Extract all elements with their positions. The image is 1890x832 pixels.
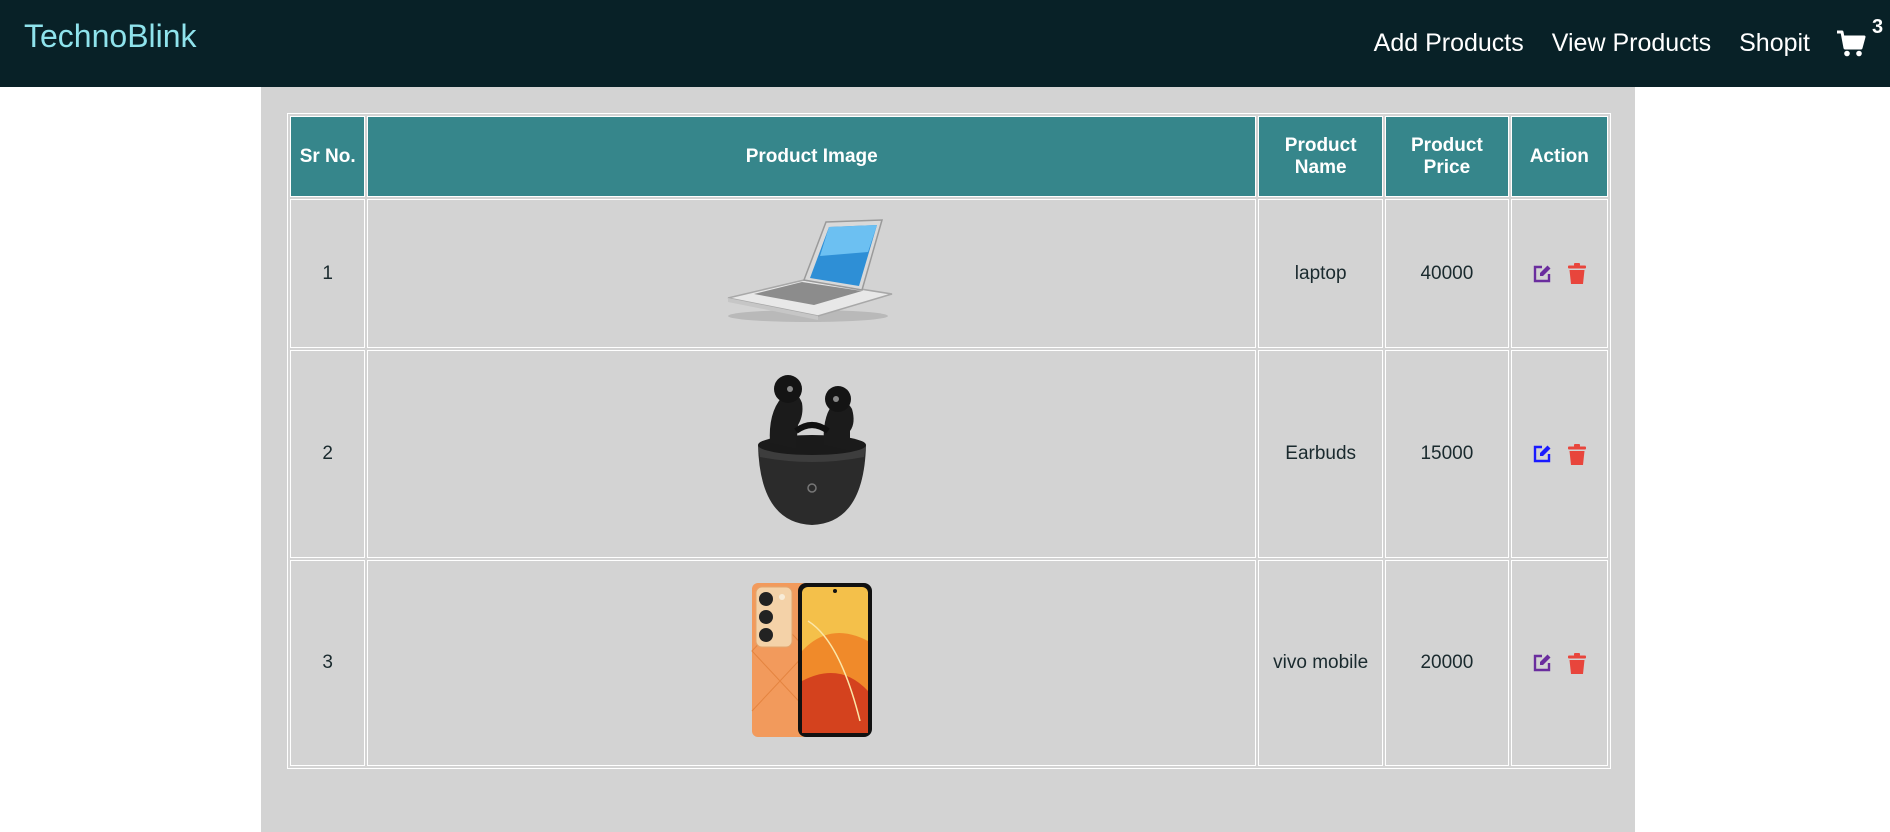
cell-name: vivo mobile <box>1258 560 1384 766</box>
nav-add-products[interactable]: Add Products <box>1374 29 1524 58</box>
products-table: Sr No. Product Image Product Name Produc… <box>287 113 1611 769</box>
header-product-name: Product Name <box>1258 116 1384 197</box>
header-product-price: Product Price <box>1385 116 1509 197</box>
cell-image <box>367 350 1257 558</box>
cell-name: Earbuds <box>1258 350 1384 558</box>
earbuds-image <box>757 375 866 525</box>
cart-count-badge: 3 <box>1872 15 1884 38</box>
trash-icon <box>1568 263 1587 284</box>
header-action: Action <box>1510 116 1608 197</box>
cell-price: 20000 <box>1385 560 1509 766</box>
cell-image <box>367 199 1257 348</box>
table-row: 2 Earbuds 15000 <box>290 350 1608 558</box>
trash-icon <box>1568 443 1587 465</box>
edit-icon <box>1534 654 1551 672</box>
cell-action <box>1510 199 1608 348</box>
header-product-image: Product Image <box>367 116 1257 197</box>
edit-icon <box>1534 445 1551 463</box>
delete-button[interactable] <box>1568 443 1587 465</box>
cell-price: 40000 <box>1385 199 1509 348</box>
cell-action <box>1510 350 1608 558</box>
shopping-cart-icon <box>1837 30 1866 56</box>
delete-button[interactable] <box>1568 263 1587 284</box>
products-panel: Sr No. Product Image Product Name Produc… <box>261 87 1635 832</box>
nav-view-products[interactable]: View Products <box>1552 29 1711 58</box>
cell-image <box>367 560 1257 766</box>
vivo-mobile-image <box>751 583 872 737</box>
nav-shopit[interactable]: Shopit <box>1739 29 1810 58</box>
cell-price: 15000 <box>1385 350 1509 558</box>
nav-links: Add Products View Products Shopit 3 <box>1346 0 1883 87</box>
trash-icon <box>1568 652 1587 674</box>
navbar: TechnoBlink Add Products View Products S… <box>0 0 1890 87</box>
laptop-image <box>727 218 892 322</box>
table-row: 3 vivo mobile 20000 <box>290 560 1608 766</box>
cart-button[interactable]: 3 <box>1836 16 1883 58</box>
edit-icon <box>1534 265 1551 282</box>
cell-sr: 2 <box>290 350 366 558</box>
table-row: 1 laptop 40000 <box>290 199 1608 348</box>
cell-sr: 3 <box>290 560 366 766</box>
edit-button[interactable] <box>1532 444 1552 464</box>
table-header-row: Sr No. Product Image Product Name Produc… <box>290 116 1608 197</box>
brand-logo[interactable]: TechnoBlink <box>24 18 197 55</box>
edit-button[interactable] <box>1532 653 1552 673</box>
header-sr-no: Sr No. <box>290 116 366 197</box>
delete-button[interactable] <box>1568 652 1587 674</box>
cell-sr: 1 <box>290 199 366 348</box>
edit-button[interactable] <box>1532 264 1552 284</box>
cell-action <box>1510 560 1608 766</box>
cell-name: laptop <box>1258 199 1384 348</box>
